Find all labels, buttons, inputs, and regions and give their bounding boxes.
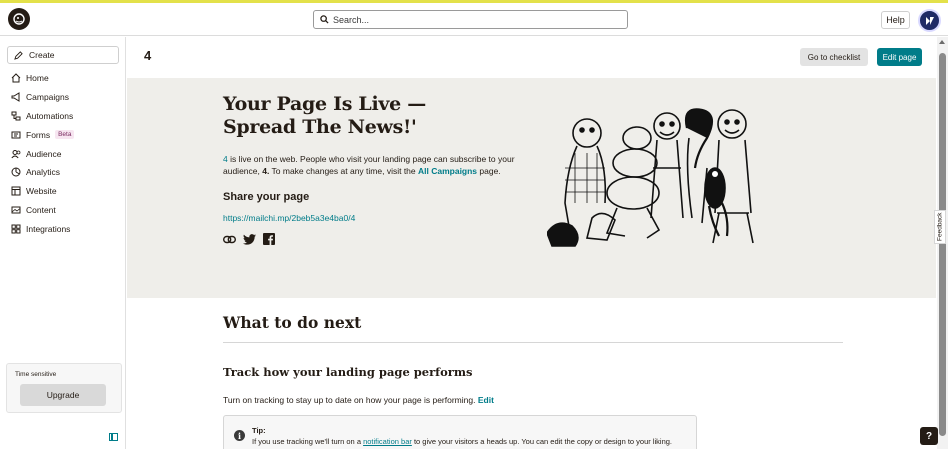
sidebar-item-label: Forms [26, 129, 51, 140]
scroll-thumb[interactable] [939, 53, 946, 436]
sidebar-item-label: Website [26, 186, 57, 197]
hero-title-line-2: Spread The News!' [223, 116, 417, 138]
hero-text-part-3: page. [477, 166, 501, 176]
facebook-icon[interactable] [263, 233, 275, 245]
feedback-tab[interactable]: Feedback [934, 210, 946, 244]
sidebar-item-forms[interactable]: Forms Beta [11, 125, 121, 144]
people-illustration [547, 108, 754, 247]
hero-description: 4 is live on the web. People who visit y… [223, 153, 535, 177]
sidebar-item-analytics[interactable]: Analytics [11, 163, 121, 182]
help-question-button[interactable]: ? [920, 427, 938, 445]
sidebar-item-label: Integrations [26, 223, 71, 234]
sidebar-nav: Home Campaigns Automations Forms Beta Au… [11, 69, 121, 238]
sidebar-item-campaigns[interactable]: Campaigns [11, 88, 121, 107]
avatar[interactable] [918, 9, 941, 32]
website-icon [11, 186, 21, 196]
share-url-link[interactable]: https://mailchi.mp/2beb5a3e4ba0/4 [223, 213, 355, 223]
hero-banner: Your Page Is Live — Spread The News!' 4 … [127, 78, 936, 298]
sidebar-item-website[interactable]: Website [11, 182, 121, 201]
sidebar-item-content[interactable]: Content [11, 201, 121, 220]
sidebar-item-integrations[interactable]: Integrations [11, 219, 121, 238]
analytics-icon [11, 167, 21, 177]
sidebar-item-label: Audience [26, 148, 62, 159]
forms-icon [11, 131, 21, 139]
search-icon [320, 15, 329, 24]
time-sensitive-label: Time sensitive [15, 371, 57, 378]
audience-icon [11, 149, 21, 158]
create-button[interactable]: Create [7, 46, 119, 64]
hero-text-part-2: To make changes at any time, visit the [269, 166, 418, 176]
share-icons [223, 233, 275, 245]
sidebar-item-label: Automations [26, 110, 74, 121]
edit-page-button[interactable]: Edit page [877, 48, 922, 66]
share-heading: Share your page [223, 191, 310, 203]
tip-text: If you use tracking we'll turn on a noti… [252, 437, 672, 446]
scroll-up-arrow-icon[interactable] [939, 40, 945, 44]
search-input[interactable]: Search... [313, 10, 628, 29]
home-icon [11, 73, 21, 83]
link-icon[interactable] [223, 235, 236, 244]
mailchimp-logo-icon[interactable] [8, 8, 30, 30]
track-performance-heading: Track how your landing page performs [223, 365, 473, 379]
sidebar-item-label: Analytics [26, 167, 61, 178]
main-content: 4 Go to checklist Edit page Your Page Is… [127, 37, 936, 449]
sidebar: Create Home Campaigns Automations Forms … [0, 37, 126, 449]
megaphone-icon [11, 92, 20, 103]
tip-box: i Tip: If you use tracking we'll turn on… [223, 415, 697, 449]
twitter-icon[interactable] [243, 233, 256, 245]
hero-title: Your Page Is Live — Spread The News!' [223, 93, 453, 139]
beta-badge: Beta [55, 130, 75, 140]
info-icon: i [234, 430, 245, 441]
time-sensitive-card: Time sensitive Upgrade [6, 363, 122, 413]
search-placeholder: Search... [333, 14, 370, 25]
integrations-icon [11, 224, 21, 234]
create-label: Create [29, 50, 55, 60]
pencil-icon [14, 50, 23, 60]
all-campaigns-link[interactable]: All Campaigns [418, 166, 477, 176]
notification-bar-link[interactable]: notification bar [363, 437, 412, 446]
user-avatar-icon [925, 16, 934, 25]
automation-icon [11, 111, 21, 121]
upgrade-button[interactable]: Upgrade [20, 384, 106, 406]
hero-title-line-1: Your Page Is Live — [223, 93, 426, 115]
collapse-sidebar-icon[interactable] [109, 433, 118, 441]
track-description: Turn on tracking to stay up to date on h… [223, 395, 494, 405]
page-title: 4 [144, 48, 152, 63]
section-divider [223, 342, 843, 343]
tip-text-part-2: to give your visitors a heads up. You ca… [411, 437, 673, 446]
top-bar: Search... Help [0, 3, 948, 36]
tracking-edit-link[interactable]: Edit [478, 395, 494, 405]
tip-text-part-1: If you use tracking we'll turn on a [252, 437, 364, 446]
sidebar-item-label: Home [26, 73, 49, 84]
tip-label: Tip: [252, 426, 266, 435]
what-to-do-next-heading: What to do next [223, 313, 362, 332]
sidebar-item-audience[interactable]: Audience [11, 144, 121, 163]
sidebar-item-home[interactable]: Home [11, 69, 121, 88]
sidebar-item-label: Campaigns [26, 92, 69, 103]
sidebar-item-automations[interactable]: Automations [11, 107, 121, 126]
track-text: Turn on tracking to stay up to date on h… [223, 395, 476, 405]
content-icon [11, 206, 21, 214]
help-button[interactable]: Help [881, 11, 910, 29]
go-to-checklist-button[interactable]: Go to checklist [800, 48, 868, 66]
sidebar-item-label: Content [26, 204, 56, 215]
